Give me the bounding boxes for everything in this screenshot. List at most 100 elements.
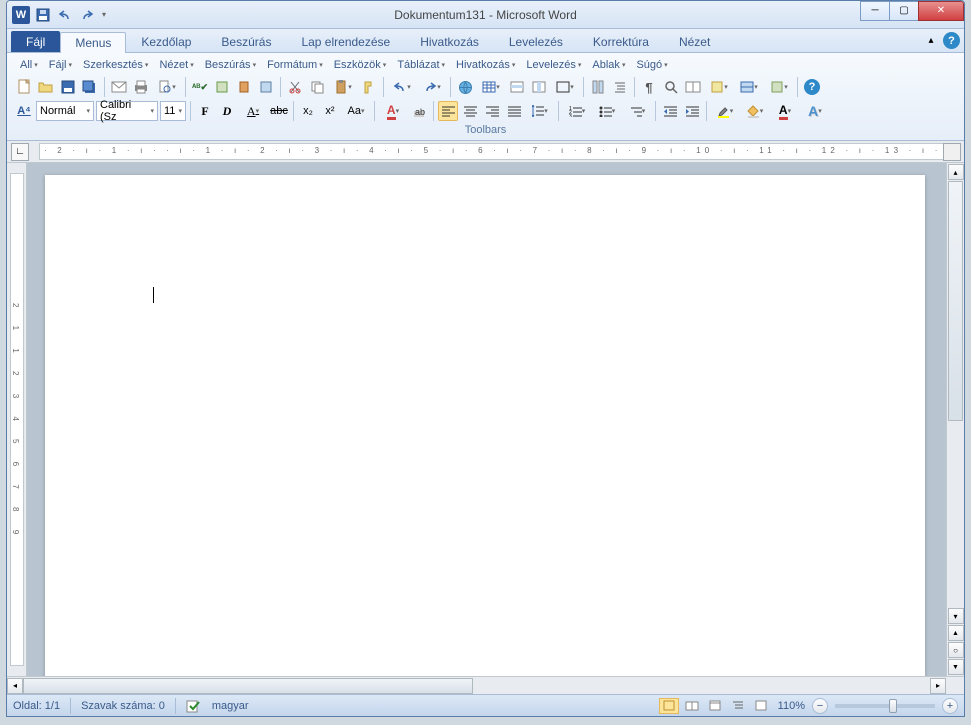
- zoom-level[interactable]: 110%: [778, 700, 805, 712]
- style-combo[interactable]: Normál▾: [36, 101, 94, 121]
- tab-view[interactable]: Nézet: [664, 31, 725, 52]
- outline-view-button[interactable]: [728, 698, 748, 714]
- cut-icon[interactable]: [285, 77, 305, 97]
- table-icon[interactable]: ▾: [477, 77, 505, 97]
- tab-pagelayout[interactable]: Lap elrendezése: [286, 31, 405, 52]
- menu-table[interactable]: Táblázat▾: [393, 57, 449, 73]
- saveall-icon[interactable]: [80, 77, 100, 97]
- open-icon[interactable]: [36, 77, 56, 97]
- help-icon[interactable]: ?: [943, 32, 960, 49]
- tab-mailings[interactable]: Levelezés: [494, 31, 578, 52]
- zoom-in-button[interactable]: +: [942, 698, 958, 714]
- reading-view-icon[interactable]: [683, 77, 703, 97]
- hyperlink-icon[interactable]: [455, 77, 475, 97]
- menu-all[interactable]: All▾: [16, 57, 42, 73]
- multilevel-list-button[interactable]: ▾: [623, 101, 651, 121]
- scroll-down-button[interactable]: ▾: [948, 608, 964, 624]
- browse-object-button[interactable]: ○: [948, 642, 964, 658]
- draft-view-button[interactable]: [751, 698, 771, 714]
- status-language[interactable]: magyar: [212, 700, 249, 712]
- tab-review[interactable]: Korrektúra: [578, 31, 664, 52]
- menu-edit[interactable]: Szerkesztés▾: [79, 57, 152, 73]
- window-split-icon[interactable]: ▾: [735, 77, 763, 97]
- hscroll-thumb[interactable]: [23, 678, 473, 694]
- row-icon[interactable]: [507, 77, 527, 97]
- undo-icon[interactable]: [55, 5, 75, 25]
- save-icon[interactable]: [58, 77, 78, 97]
- fullscreen-view-button[interactable]: [682, 698, 702, 714]
- border-icon[interactable]: ▾: [551, 77, 579, 97]
- menu-insert[interactable]: Beszúrás▾: [201, 57, 260, 73]
- tab-insert[interactable]: Beszúrás: [206, 31, 286, 52]
- menu-view[interactable]: Nézet▾: [155, 57, 197, 73]
- font-color-2-button[interactable]: A▾: [771, 101, 799, 121]
- print-preview-icon[interactable]: ▾: [153, 77, 181, 97]
- character-shading-button[interactable]: ab: [409, 101, 429, 121]
- fontsize-combo[interactable]: 11▾: [160, 101, 186, 121]
- hscroll-track[interactable]: [23, 678, 930, 694]
- status-page[interactable]: Oldal: 1/1: [13, 700, 60, 712]
- toc-icon[interactable]: [610, 77, 630, 97]
- proofing-icon[interactable]: [186, 699, 202, 713]
- horizontal-ruler[interactable]: · 2 · ı · 1 · ı · · ı · 1 · ı · 2 · ı · …: [39, 143, 944, 160]
- numbering-button[interactable]: 123▾: [563, 101, 591, 121]
- menu-format[interactable]: Formátum▾: [263, 57, 327, 73]
- vertical-ruler[interactable]: 2 1 1 2 3 4 5 6 7 8 9: [7, 163, 27, 676]
- print-layout-view-button[interactable]: [659, 698, 679, 714]
- tab-menus[interactable]: Menus: [60, 32, 126, 53]
- subscript-button[interactable]: x₂: [298, 101, 318, 121]
- columns-icon[interactable]: [588, 77, 608, 97]
- menu-tools[interactable]: Eszközök▾: [330, 57, 391, 73]
- prev-page-button[interactable]: ▲: [948, 625, 964, 641]
- tab-file[interactable]: Fájl: [11, 31, 60, 52]
- mail-icon[interactable]: [109, 77, 129, 97]
- horizontal-scrollbar[interactable]: ◂ ▸: [7, 676, 964, 694]
- scroll-right-button[interactable]: ▸: [930, 678, 946, 694]
- shading-button[interactable]: ▾: [741, 101, 769, 121]
- status-wordcount[interactable]: Szavak száma: 0: [81, 700, 165, 712]
- new-icon[interactable]: [14, 77, 34, 97]
- highlight-color-button[interactable]: ▾: [711, 101, 739, 121]
- strikethrough-button[interactable]: abc: [269, 101, 289, 121]
- align-right-button[interactable]: [482, 101, 502, 121]
- print-icon[interactable]: [131, 77, 151, 97]
- column-icon[interactable]: [529, 77, 549, 97]
- page-viewport[interactable]: [27, 163, 946, 676]
- bold-button[interactable]: F: [195, 101, 215, 121]
- text-effects-button[interactable]: A▾: [801, 101, 829, 121]
- spellcheck-icon[interactable]: ᴬᴮ✔: [190, 77, 210, 97]
- line-spacing-button[interactable]: ▾: [526, 101, 554, 121]
- italic-button[interactable]: D: [217, 101, 237, 121]
- options-icon[interactable]: ▾: [765, 77, 793, 97]
- save-icon[interactable]: [33, 5, 53, 25]
- research-icon[interactable]: [212, 77, 232, 97]
- menu-file[interactable]: Fájl▾: [45, 57, 76, 73]
- align-center-button[interactable]: [460, 101, 480, 121]
- qat-customize-icon[interactable]: ▾: [99, 5, 109, 25]
- scroll-left-button[interactable]: ◂: [7, 678, 23, 694]
- justify-button[interactable]: [504, 101, 524, 121]
- font-combo[interactable]: Calibri (Sz▾: [96, 101, 158, 121]
- tab-selector[interactable]: ∟: [11, 143, 29, 161]
- maximize-button[interactable]: ▢: [889, 1, 919, 21]
- zoom-dialog-icon[interactable]: [661, 77, 681, 97]
- app-icon[interactable]: W: [11, 5, 31, 25]
- zoom-slider[interactable]: [835, 704, 935, 708]
- align-left-button[interactable]: [438, 101, 458, 121]
- undo-button[interactable]: ▾: [388, 77, 416, 97]
- paste-icon[interactable]: ▾: [329, 77, 357, 97]
- define-icon[interactable]: [234, 77, 254, 97]
- next-page-button[interactable]: ▼: [948, 659, 964, 675]
- menu-help[interactable]: Súgó▾: [632, 57, 671, 73]
- redo-button[interactable]: ▾: [418, 77, 446, 97]
- copy-icon[interactable]: [307, 77, 327, 97]
- zoom-out-button[interactable]: −: [812, 698, 828, 714]
- menu-references[interactable]: Hivatkozás▾: [452, 57, 519, 73]
- document-page[interactable]: [45, 175, 925, 676]
- show-marks-icon[interactable]: ¶: [639, 77, 659, 97]
- redo-icon[interactable]: [77, 5, 97, 25]
- minimize-button[interactable]: ─: [860, 1, 890, 21]
- underline-button[interactable]: A▾: [239, 101, 267, 121]
- decrease-indent-button[interactable]: [660, 101, 680, 121]
- web-layout-view-button[interactable]: [705, 698, 725, 714]
